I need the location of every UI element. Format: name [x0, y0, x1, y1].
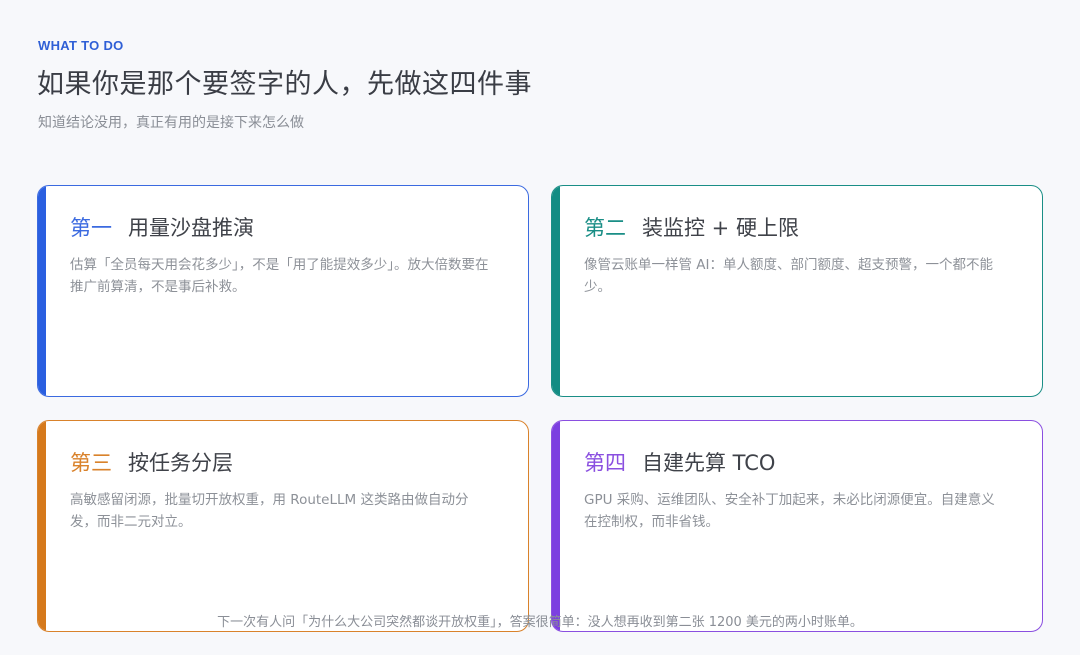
card-title: 用量沙盘推演 — [128, 216, 254, 240]
page-title: 如果你是那个要签字的人，先做这四件事 — [37, 69, 532, 100]
card-accent-bar — [38, 186, 46, 396]
page-subtitle: 知道结论没用，真正有用的是接下来怎么做 — [38, 115, 304, 131]
card-number: 第三 — [70, 451, 112, 475]
card-accent-bar — [38, 421, 46, 631]
card-number: 第一 — [70, 216, 112, 240]
step-card-3: 第三 按任务分层 高敏感留闭源，批量切开放权重，用 RouteLLM 这类路由做自… — [37, 420, 529, 632]
card-description: GPU 采购、运维团队、安全补丁加起来，未必比闭源便宜。自建意义在控制权，而非省… — [584, 492, 995, 530]
card-description: 高敏感留闭源，批量切开放权重，用 RouteLLM 这类路由做自动分发，而非二元… — [70, 492, 469, 530]
card-heading: 第一 用量沙盘推演 — [70, 212, 254, 242]
footer-note: 下一次有人问「为什么大公司突然都谈开放权重」，答案很简单：没人想再收到第二张 1… — [217, 615, 863, 630]
card-description: 估算「全员每天用会花多少」，不是「用了能提效多少」。放大倍数要在推广前算清，不是… — [70, 257, 489, 295]
card-heading: 第四 自建先算 TCO — [584, 447, 775, 477]
card-heading: 第三 按任务分层 — [70, 447, 233, 477]
card-number: 第四 — [584, 451, 626, 475]
section-eyebrow: WHAT TO DO — [38, 38, 124, 53]
card-title: 装监控 + 硬上限 — [642, 216, 799, 240]
step-card-2: 第二 装监控 + 硬上限 像管云账单一样管 AI：单人额度、部门额度、超支预警，一… — [551, 185, 1043, 397]
card-number: 第二 — [584, 216, 626, 240]
step-card-4: 第四 自建先算 TCO GPU 采购、运维团队、安全补丁加起来，未必比闭源便宜。自… — [551, 420, 1043, 632]
card-title: 按任务分层 — [128, 451, 233, 475]
card-accent-bar — [552, 421, 560, 631]
card-accent-bar — [552, 186, 560, 396]
card-description: 像管云账单一样管 AI：单人额度、部门额度、超支预警，一个都不能少。 — [584, 257, 994, 295]
card-title: 自建先算 TCO — [642, 451, 776, 475]
card-heading: 第二 装监控 + 硬上限 — [584, 212, 799, 242]
step-card-1: 第一 用量沙盘推演 估算「全员每天用会花多少」，不是「用了能提效多少」。放大倍数要… — [37, 185, 529, 397]
